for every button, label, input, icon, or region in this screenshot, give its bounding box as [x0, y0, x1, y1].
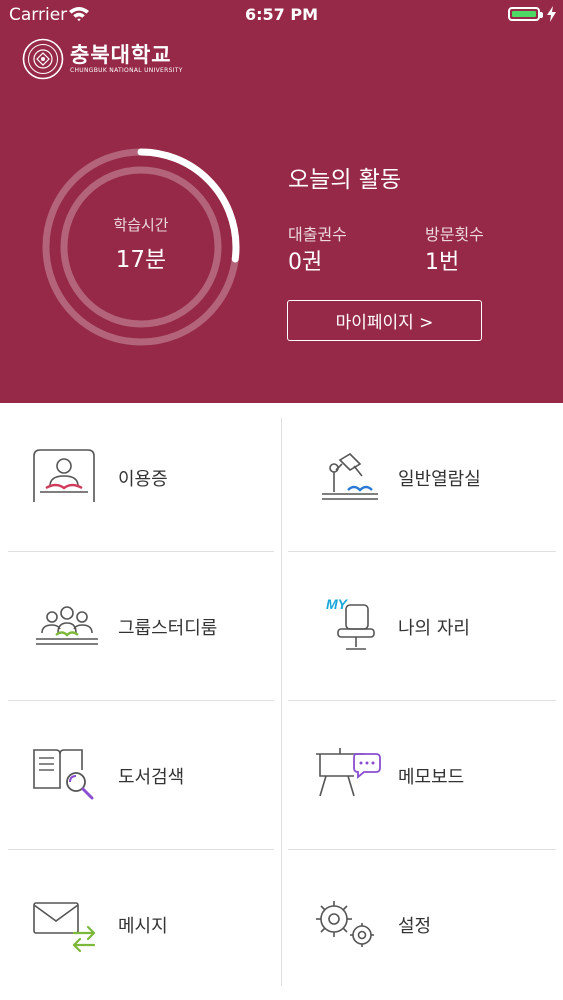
grid-divider [288, 700, 556, 701]
grid-divider-vertical [281, 418, 282, 986]
menu-book-search-label: 도서검색 [118, 767, 185, 788]
clock: 6:57 PM [244, 5, 318, 24]
charging-icon [547, 6, 556, 22]
settings-gear-icon [316, 901, 374, 947]
menu-message-label: 메시지 [118, 916, 168, 937]
reading-lamp-icon [322, 452, 378, 500]
menu-group-study-room-label: 그룹스터디룸 [118, 618, 218, 639]
menu-reading-room-label: 일반열람실 [398, 469, 481, 490]
memo-board-icon [316, 748, 381, 797]
menu-my-seat-label: 나의 자리 [398, 618, 470, 639]
loans-value: 0권 [288, 250, 323, 275]
grid-divider [288, 551, 556, 552]
study-time-value: 17분 [115, 247, 167, 273]
menu-memo-board-label: 메모보드 [398, 767, 465, 788]
university-seal-icon [22, 38, 64, 80]
menu-message[interactable]: 메시지 [8, 859, 273, 989]
menu-settings-label: 설정 [398, 916, 432, 937]
menu-reading-room[interactable]: 일반열람실 [288, 412, 553, 542]
menu-book-search[interactable]: 도서검색 [8, 710, 273, 840]
visits-value: 1번 [425, 250, 460, 275]
logo-name-korean: 충북대학교 [70, 43, 172, 67]
grid-divider [288, 849, 556, 850]
mypage-button[interactable]: 마이페이지 > [287, 300, 482, 341]
message-icon [33, 902, 96, 953]
menu-settings[interactable]: 설정 [288, 859, 553, 989]
battery-icon [508, 7, 543, 21]
study-time-label: 학습시간 [113, 216, 169, 234]
group-study-icon [36, 606, 98, 645]
menu-group-study-room[interactable]: 그룹스터디룸 [8, 561, 273, 691]
grid-divider [8, 700, 274, 701]
status-bar: Carrier 6:57 PM [0, 0, 563, 30]
my-seat-icon: MY [326, 596, 375, 650]
book-search-icon [33, 749, 94, 800]
grid-divider [8, 849, 274, 850]
logo-name-english: CHUNGBUK NATIONAL UNIVERSITY [70, 67, 183, 74]
menu-library-card-label: 이용증 [118, 469, 168, 490]
menu-memo-board[interactable]: 메모보드 [288, 710, 553, 840]
grid-divider [8, 551, 274, 552]
library-card-icon [33, 449, 95, 502]
menu-my-seat[interactable]: MY 나의 자리 [288, 561, 553, 691]
university-logo: 충북대학교 CHUNGBUK NATIONAL UNIVERSITY [22, 38, 183, 80]
activity-title: 오늘의 활동 [288, 167, 402, 193]
menu-library-card[interactable]: 이용증 [8, 412, 273, 542]
visits-label: 방문횟수 [425, 225, 484, 244]
loans-label: 대출권수 [288, 225, 347, 244]
summary-header: Carrier 6:57 PM 충북대학교 CHUNGBUK NATIONAL … [0, 0, 563, 403]
